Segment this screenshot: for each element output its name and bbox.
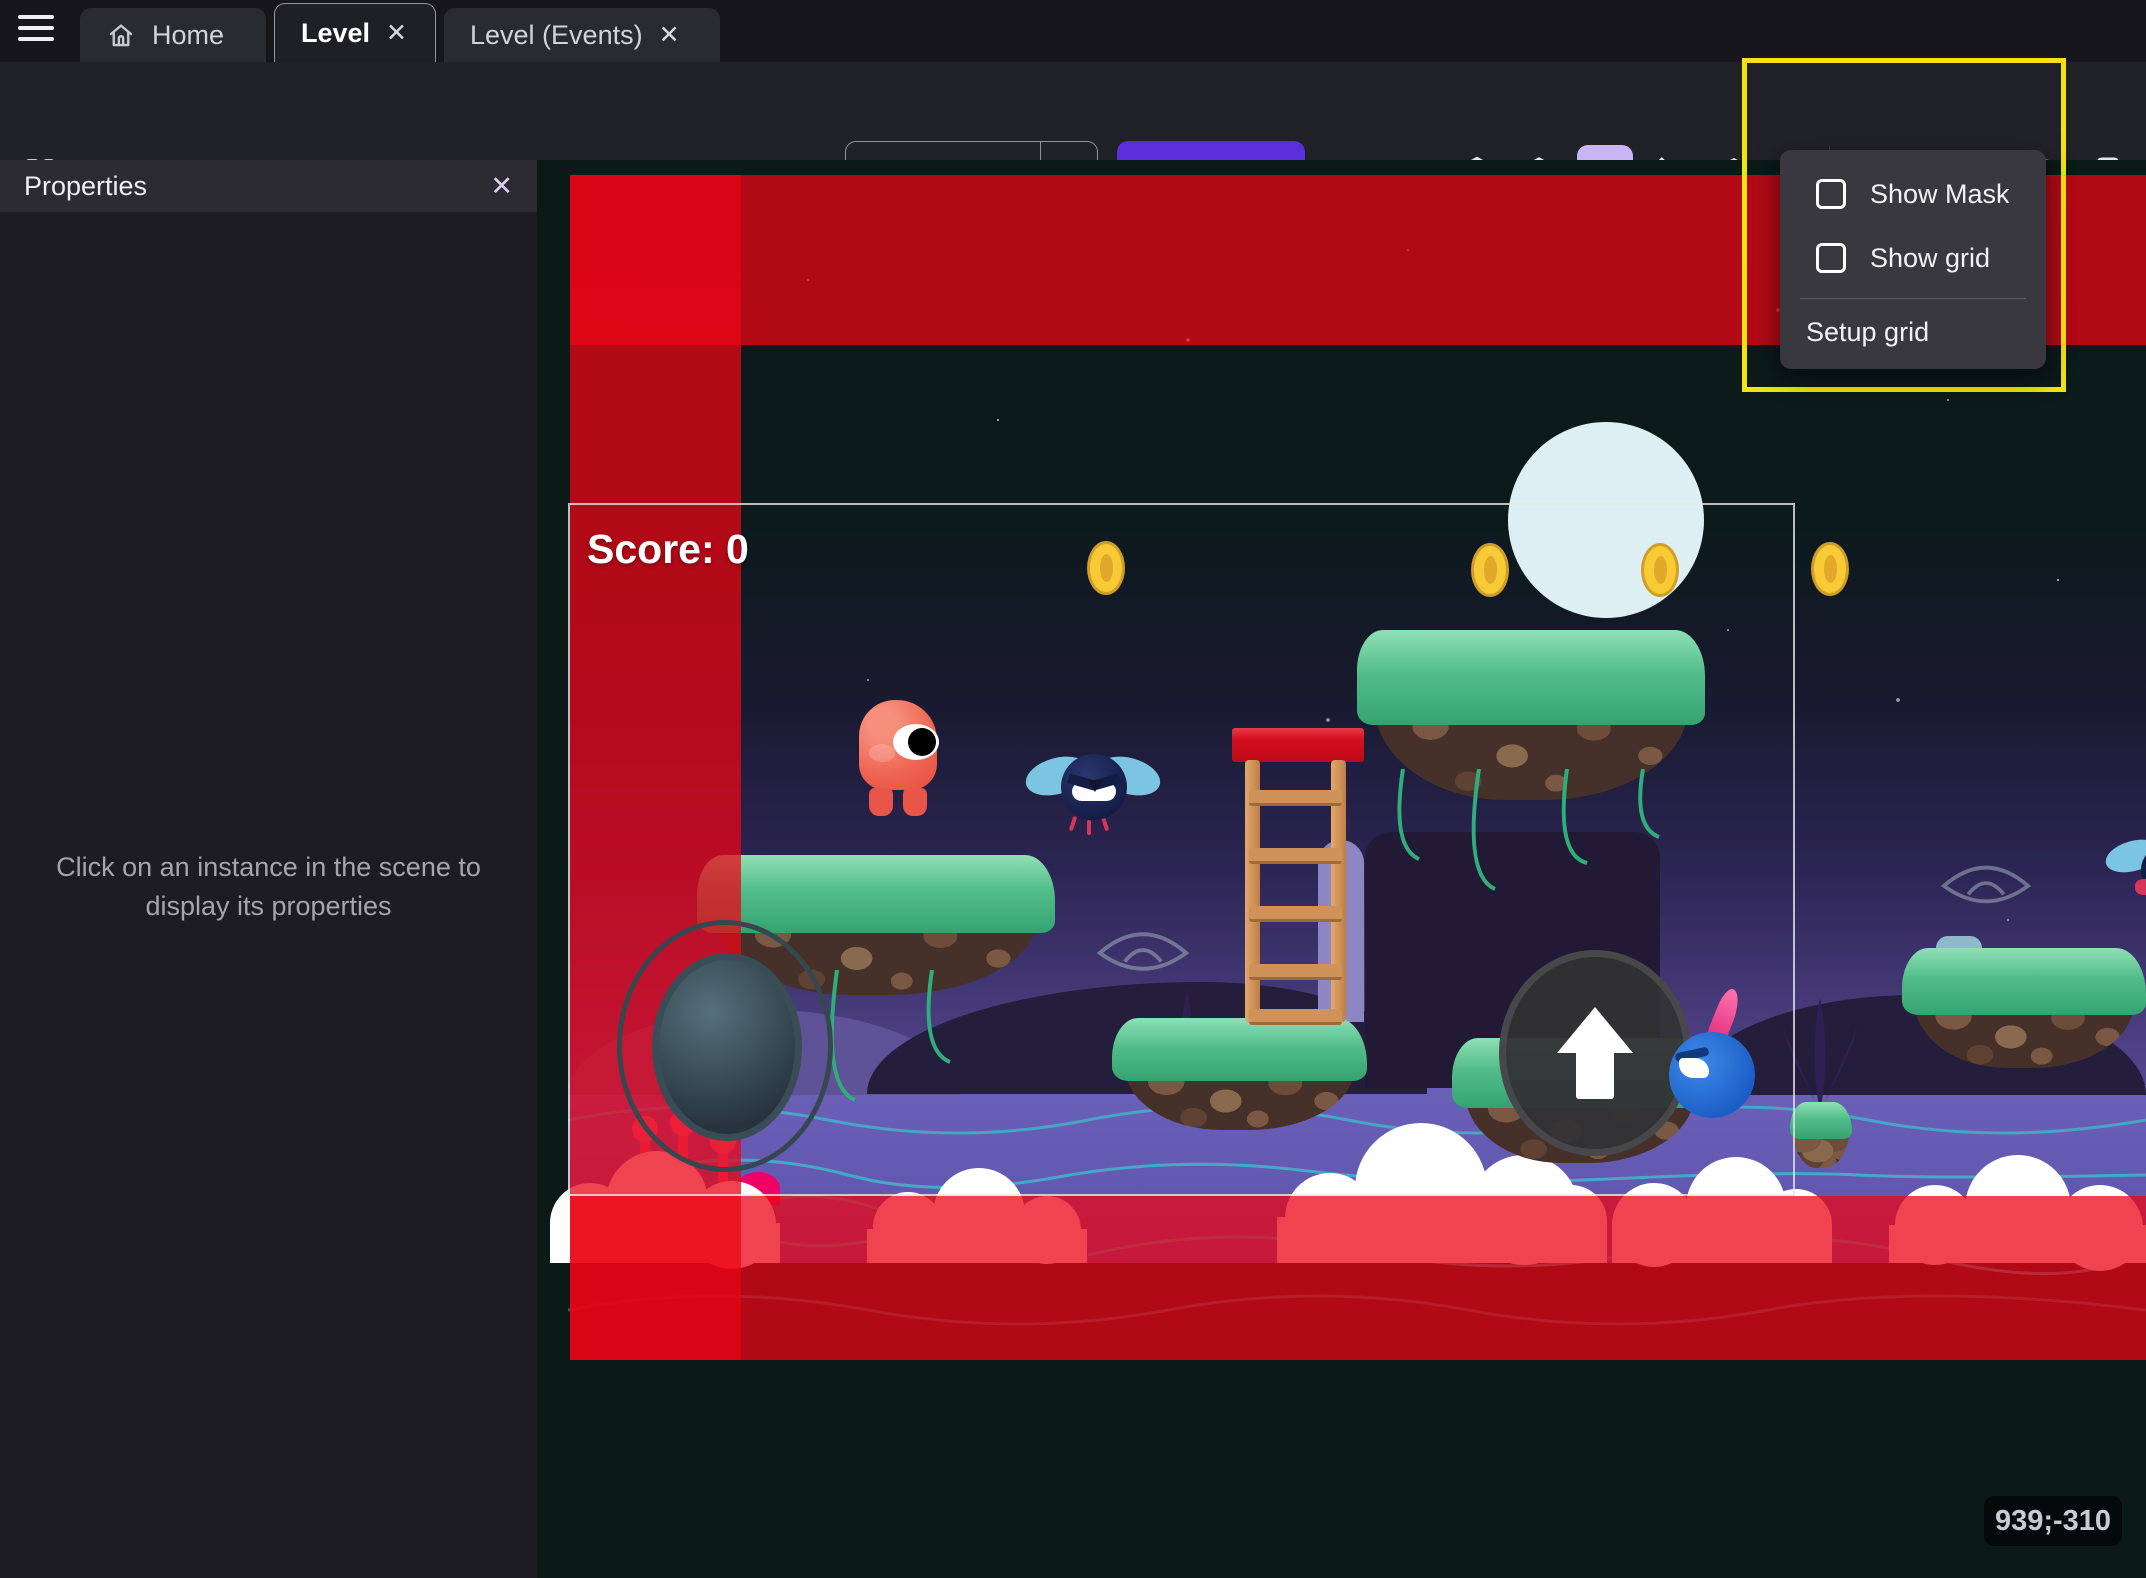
home-icon [106, 20, 136, 50]
tab-level[interactable]: Level ✕ [274, 3, 436, 62]
arrow-up-icon [1557, 1007, 1633, 1053]
blue-horned-enemy[interactable] [1669, 988, 1761, 1120]
eye-outline-decoration [1935, 855, 2037, 913]
fly-enemy-partial[interactable] [2105, 835, 2146, 905]
properties-panel-title: Properties [24, 171, 147, 202]
tab-home[interactable]: Home [80, 8, 266, 62]
joystick-knob [652, 953, 802, 1141]
properties-empty-message: Click on an instance in the scene to dis… [28, 848, 509, 926]
jump-button[interactable] [1499, 950, 1691, 1156]
editor-toolbar: Preview Publish [0, 62, 2146, 160]
properties-panel-header: Properties ✕ [0, 160, 537, 212]
scene-canvas[interactable]: Score: 0 [537, 160, 2146, 1578]
gdevelop-editor: { "tabbar": { "home": "Home", "level": "… [0, 0, 2146, 1578]
tab-level-events-label: Level (Events) [470, 20, 643, 51]
show-mask-checkbox[interactable] [1816, 179, 1846, 209]
enemy-body [1669, 1032, 1755, 1118]
red-wall-bottom[interactable] [570, 1196, 2146, 1360]
score-text[interactable]: Score: 0 [587, 526, 749, 573]
cursor-coordinates-badge: 939;-310 [1984, 1496, 2122, 1546]
close-icon[interactable]: ✕ [490, 171, 513, 202]
floating-island[interactable] [1902, 948, 2146, 1068]
close-icon[interactable]: ✕ [386, 18, 407, 48]
tab-bar: Home Level ✕ Level (Events) ✕ [0, 0, 2146, 62]
menu-item-label: Show Mask [1870, 179, 2010, 210]
menu-item-show-grid[interactable]: Show grid [1780, 226, 2046, 290]
tab-level-label: Level [301, 18, 370, 49]
grid-options-menu: Show Mask Show grid Setup grid [1780, 150, 2046, 369]
tab-level-events[interactable]: Level (Events) ✕ [444, 8, 720, 62]
properties-panel: Properties ✕ Click on an instance in the… [0, 160, 537, 1578]
menu-divider [1800, 298, 2026, 299]
show-grid-checkbox[interactable] [1816, 243, 1846, 273]
island-grass [1790, 1102, 1852, 1139]
close-icon[interactable]: ✕ [659, 20, 680, 50]
menu-item-show-mask[interactable]: Show Mask [1780, 162, 2046, 226]
coin[interactable] [1811, 542, 1849, 596]
small-island[interactable] [1790, 1102, 1852, 1168]
island-grass [1902, 948, 2146, 1015]
menu-item-label: Show grid [1870, 243, 1990, 274]
tab-home-label: Home [152, 20, 224, 51]
menu-item-setup-grid[interactable]: Setup grid [1780, 305, 2046, 359]
joystick-control[interactable] [617, 920, 833, 1172]
hamburger-menu-icon[interactable] [14, 15, 58, 47]
